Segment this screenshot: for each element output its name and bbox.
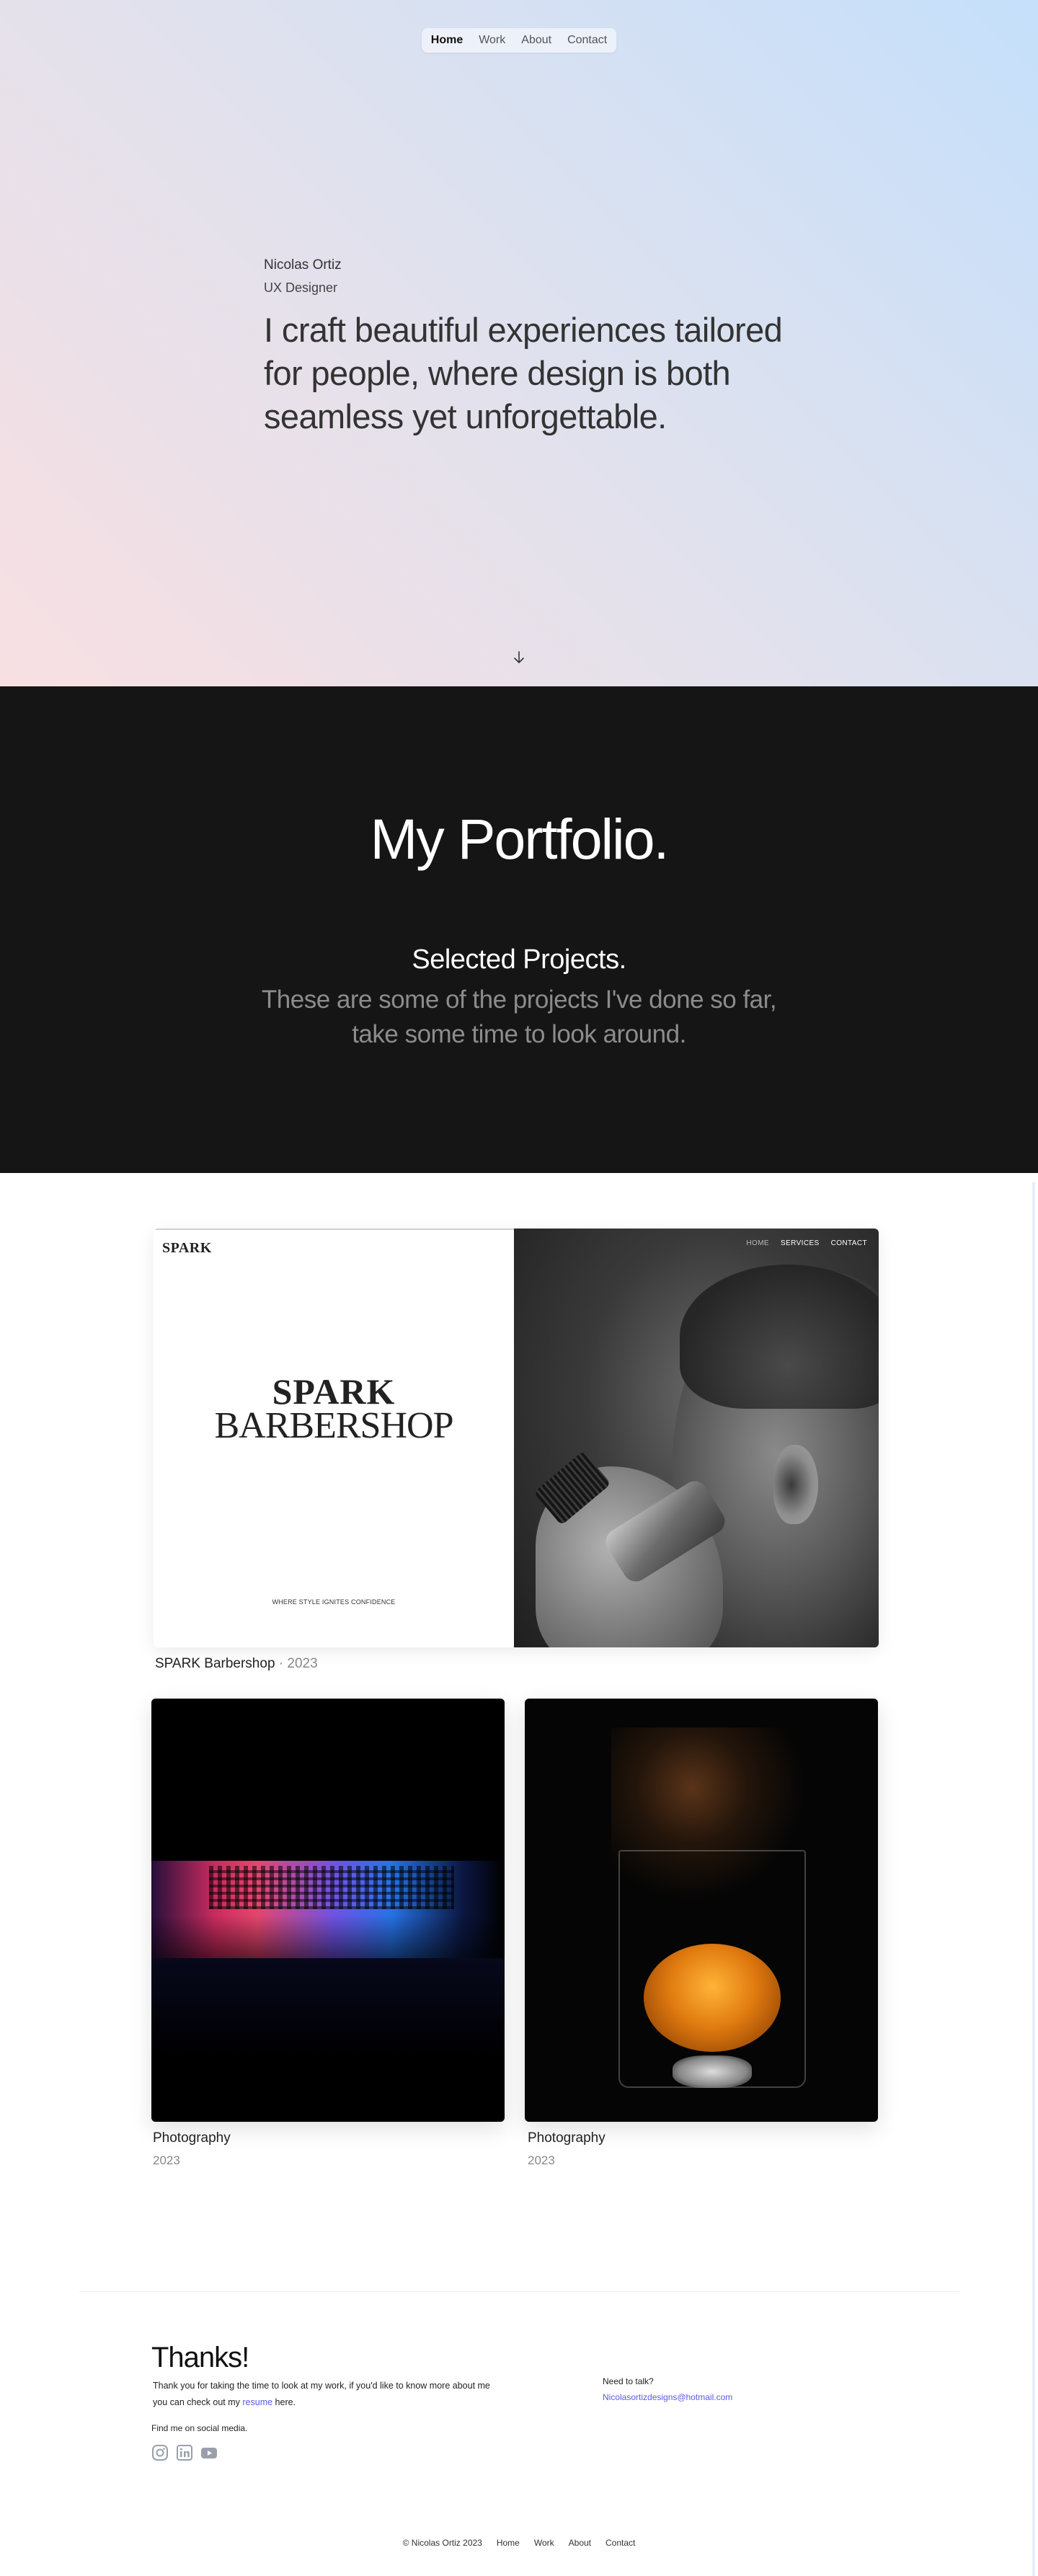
thanks-message-end: here.	[272, 2397, 296, 2407]
hero-content: Nicolas Ortiz UX Designer I craft beauti…	[264, 257, 783, 438]
featured-project-card[interactable]: SPARK SPARK BARBERSHOP WHERE STYLE IGNIT…	[154, 1229, 879, 1647]
card-title: Photography	[528, 2130, 606, 2146]
spark-menu: HOME SERVICES CONTACT	[746, 1239, 867, 1247]
photography-card-drink[interactable]	[525, 1699, 878, 2122]
featured-project-year: · 2023	[278, 1656, 318, 1671]
footer-link-contact[interactable]: Contact	[606, 2538, 635, 2548]
portfolio-description: These are some of the projects I've done…	[261, 986, 777, 1048]
youtube-icon[interactable]	[200, 2444, 218, 2461]
footer-link-about[interactable]: About	[569, 2538, 591, 2548]
hero-role: UX Designer	[264, 280, 338, 295]
spark-menu-home[interactable]: HOME	[746, 1239, 769, 1247]
laptop-keys	[209, 1866, 454, 1909]
hero-name: Nicolas Ortiz	[264, 257, 342, 273]
linkedin-icon[interactable]	[176, 2444, 193, 2461]
social-links	[151, 2444, 218, 2461]
spark-logo: SPARK	[162, 1240, 212, 1256]
arrow-down-icon[interactable]	[510, 649, 528, 666]
hero-tagline: I craft beautiful experiences tailored f…	[264, 311, 783, 435]
footer-divider	[79, 2291, 959, 2292]
featured-project-name: SPARK Barbershop	[155, 1656, 275, 1671]
thanks-message: Thank you for taking the time to look at…	[153, 2378, 499, 2411]
top-nav: Home Work About Contact	[422, 28, 616, 53]
footer-link-work[interactable]: Work	[534, 2538, 554, 2548]
card-year: 2023	[528, 2154, 555, 2167]
laptop-screen-dark	[151, 1699, 505, 1861]
copyright: © Nicolas Ortiz 2023	[402, 2538, 482, 2548]
spark-mockup-panel: SPARK SPARK BARBERSHOP WHERE STYLE IGNIT…	[154, 1229, 514, 1647]
nav-work[interactable]: Work	[479, 34, 505, 47]
spark-title-line2: BARBERSHOP	[214, 1405, 454, 1446]
laptop-reflection	[151, 1958, 505, 2122]
social-label: Find me on social media.	[151, 2423, 248, 2433]
email-link[interactable]: Nicolasortizdesigns@hotmail.com	[603, 2392, 732, 2402]
footer-link-home[interactable]: Home	[497, 2538, 520, 2548]
contact-label: Need to talk?	[603, 2376, 654, 2386]
barber-photo: HOME SERVICES CONTACT	[514, 1229, 879, 1647]
nav-contact[interactable]: Contact	[567, 34, 607, 47]
portfolio-intro: My Portfolio. Selected Projects. These a…	[0, 686, 1038, 1173]
card-title: Photography	[153, 2130, 231, 2146]
drink-ice	[673, 2055, 752, 2088]
photo-ear-shape	[773, 1445, 818, 1524]
resume-link[interactable]: resume	[242, 2397, 272, 2407]
nav-about[interactable]: About	[521, 34, 551, 47]
thanks-heading: Thanks!	[151, 2342, 249, 2373]
spark-menu-contact[interactable]: CONTACT	[831, 1239, 867, 1247]
nav-home[interactable]: Home	[431, 34, 463, 47]
portfolio-heading: My Portfolio.	[370, 807, 669, 871]
spark-tagline: WHERE STYLE IGNITES CONFIDENCE	[272, 1598, 396, 1606]
featured-caption: SPARK Barbershop · 2023	[155, 1656, 318, 1672]
bottom-bar: © Nicolas Ortiz 2023 Home Work About Con…	[0, 2538, 1038, 2548]
photo-hair-shape	[680, 1265, 879, 1409]
instagram-icon[interactable]	[151, 2444, 169, 2461]
selected-projects-heading: Selected Projects.	[412, 944, 626, 975]
card-year: 2023	[153, 2154, 180, 2167]
spark-menu-services[interactable]: SERVICES	[781, 1239, 820, 1247]
hero-section: Nicolas Ortiz UX Designer I craft beauti…	[0, 0, 1038, 686]
photography-card-laptop[interactable]	[151, 1699, 505, 2122]
thanks-message-text: Thank you for taking the time to look at…	[153, 2381, 490, 2407]
scrollbar-track[interactable]	[1032, 1182, 1035, 2576]
drink-orange	[644, 1944, 781, 2052]
